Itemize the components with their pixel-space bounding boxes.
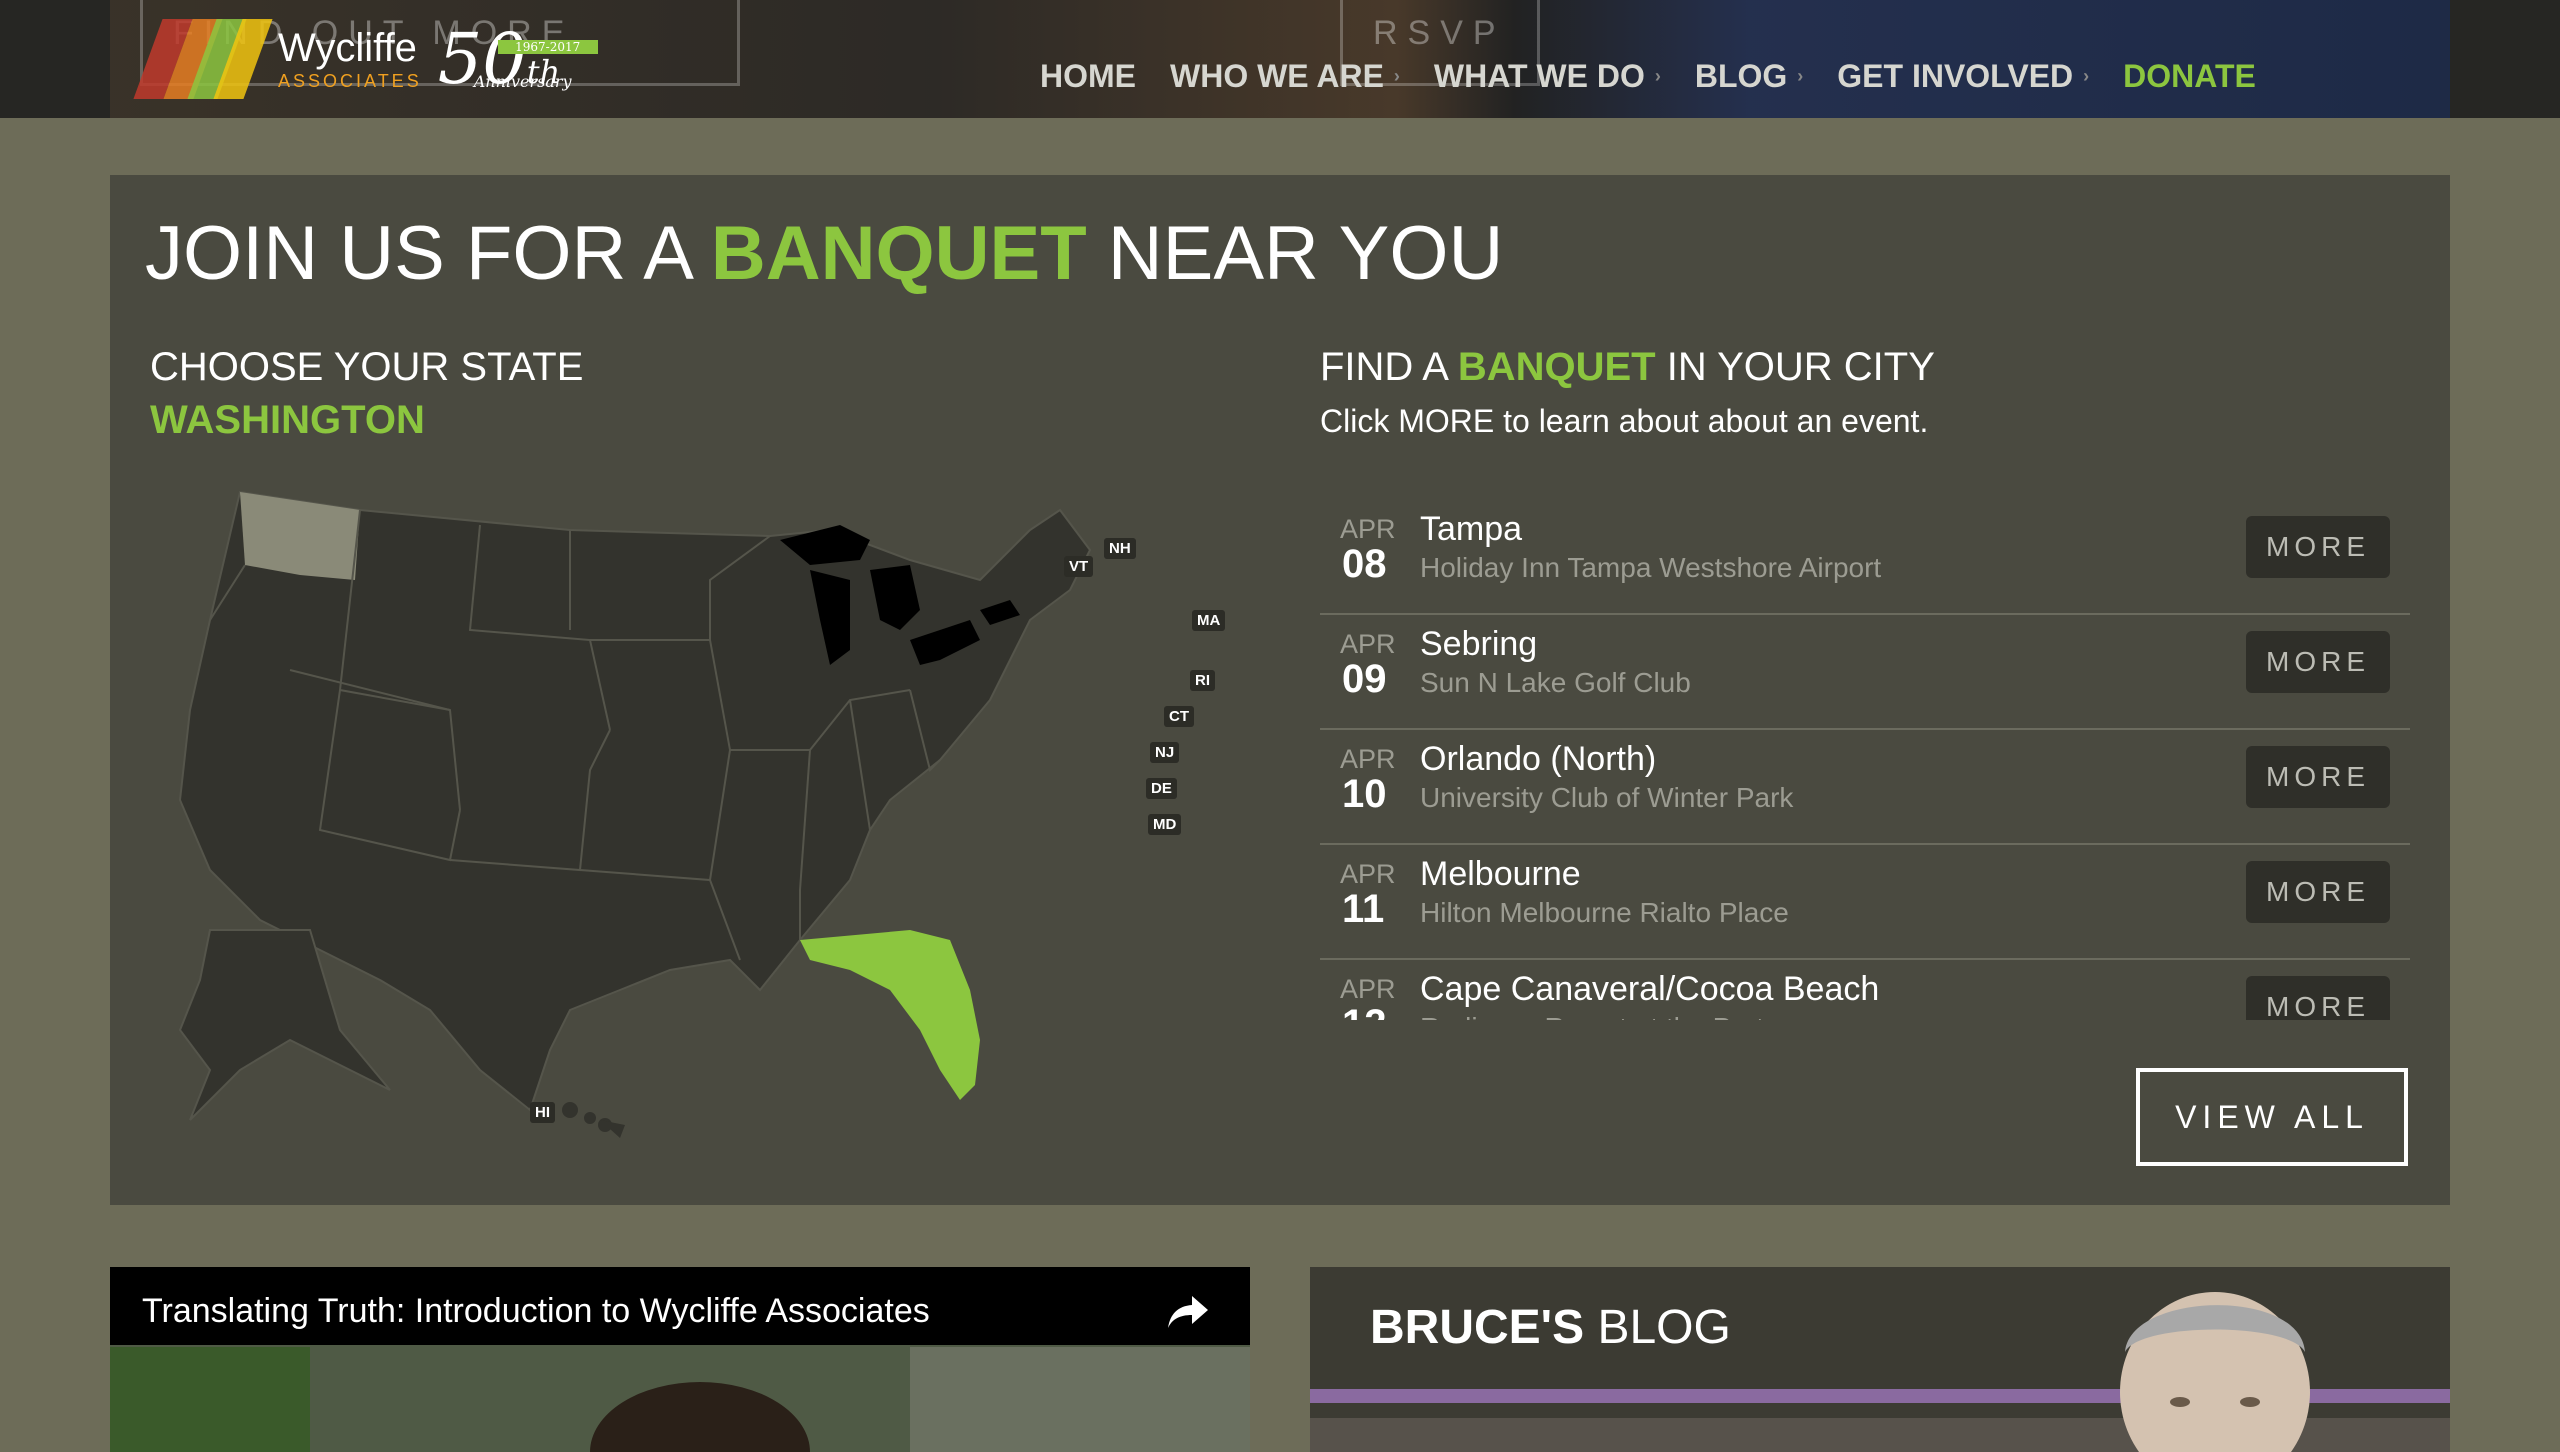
state-label-nh[interactable]: NH bbox=[1104, 538, 1136, 559]
state-label-ma[interactable]: MA bbox=[1192, 610, 1226, 631]
state-label-md[interactable]: MD bbox=[1148, 814, 1182, 835]
state-label-de[interactable]: DE bbox=[1146, 778, 1177, 799]
heading-text: NEAR YOU bbox=[1086, 211, 1504, 296]
event-venue: Radisson Resort at the Port bbox=[1420, 1012, 1764, 1020]
anniversary-word: Anniversary bbox=[473, 72, 572, 91]
view-all-button[interactable]: VIEW ALL bbox=[2136, 1068, 2408, 1166]
heading-text: FIND A bbox=[1320, 345, 1458, 389]
heading-highlight: BANQUET bbox=[710, 211, 1087, 296]
event-venue: University Club of Winter Park bbox=[1420, 782, 1794, 813]
heading-highlight: BANQUET bbox=[1457, 345, 1656, 389]
event-day: 08 bbox=[1342, 542, 1387, 586]
event-month: APR bbox=[1340, 629, 1396, 659]
logo-subtitle: ASSOCIATES bbox=[278, 71, 422, 91]
site-logo[interactable]: Wycliffe ASSOCIATES 50th 1967-2017 Anniv… bbox=[133, 14, 600, 104]
hawaii-islands[interactable] bbox=[562, 1102, 625, 1138]
video-title[interactable]: Translating Truth: Introduction to Wycli… bbox=[142, 1292, 930, 1331]
washington-state[interactable] bbox=[240, 492, 360, 580]
chevron-right-icon: › bbox=[1797, 66, 1804, 86]
find-banquet-heading: FIND A BANQUET IN YOUR CITY bbox=[1320, 345, 1935, 390]
chevron-right-icon: › bbox=[1654, 66, 1661, 86]
heading-text: JOIN US FOR A bbox=[145, 211, 711, 296]
state-label-ri[interactable]: RI bbox=[1190, 670, 1215, 691]
event-city: Orlando (North) bbox=[1420, 740, 1657, 778]
state-label-ct[interactable]: CT bbox=[1164, 706, 1194, 727]
event-city: Melbourne bbox=[1420, 855, 1581, 893]
event-city: Sebring bbox=[1420, 625, 1538, 663]
heading-text: IN YOUR CITY bbox=[1655, 345, 1935, 389]
event-month: APR bbox=[1340, 859, 1396, 889]
nav-label: BLOG bbox=[1694, 58, 1788, 94]
event-item: APR 10 Orlando (North) University Club o… bbox=[1320, 730, 2410, 845]
event-month: APR bbox=[1340, 744, 1396, 774]
nav-who-we-are[interactable]: WHO WE ARE › bbox=[1170, 58, 1400, 95]
blog-heading-rest: BLOG bbox=[1584, 1301, 1731, 1354]
state-label-nj[interactable]: NJ bbox=[1150, 742, 1180, 763]
nav-label: GET INVOLVED bbox=[1837, 58, 2074, 94]
ghost-button-label: RSVP bbox=[1373, 13, 1506, 52]
nav-what-we-do[interactable]: WHAT WE DO › bbox=[1434, 58, 1661, 95]
event-item: APR 09 Sebring Sun N Lake Golf Club MORE bbox=[1320, 615, 2410, 730]
florida-state[interactable] bbox=[800, 930, 980, 1100]
state-label-vt[interactable]: VT bbox=[1064, 556, 1094, 577]
event-month: APR bbox=[1340, 974, 1396, 1004]
event-more-button[interactable]: MORE bbox=[2246, 631, 2390, 693]
event-day: 09 bbox=[1342, 657, 1387, 701]
event-item: APR 12 Cape Canaveral/Cocoa Beach Radiss… bbox=[1320, 960, 2410, 1020]
event-item: APR 08 Tampa Holiday Inn Tampa Westshore… bbox=[1320, 500, 2410, 615]
nav-label: HOME bbox=[1040, 58, 1136, 94]
event-day: 11 bbox=[1342, 887, 1385, 931]
logo-name: Wycliffe bbox=[278, 26, 417, 70]
event-day: 12 bbox=[1342, 1002, 1387, 1020]
blog-heading-bold: BRUCE'S bbox=[1370, 1301, 1585, 1354]
event-venue: Holiday Inn Tampa Westshore Airport bbox=[1420, 552, 1882, 583]
anniversary-badge: 50th 1967-2017 Anniversary bbox=[438, 24, 598, 94]
nav-get-involved[interactable]: GET INVOLVED › bbox=[1837, 58, 2089, 95]
main-nav: HOME WHO WE ARE › WHAT WE DO › BLOG › GET I… bbox=[1040, 58, 2290, 95]
event-more-button[interactable]: MORE bbox=[2246, 976, 2390, 1020]
event-venue: Sun N Lake Golf Club bbox=[1420, 667, 1691, 698]
chevron-right-icon: › bbox=[2083, 66, 2090, 86]
us-state-map[interactable]: VT NH MA RI CT NJ DE MD HI bbox=[150, 470, 1240, 1150]
event-more-button[interactable]: MORE bbox=[2246, 861, 2390, 923]
selected-state: WASHINGTON bbox=[150, 398, 425, 442]
event-more-button[interactable]: MORE bbox=[2246, 516, 2390, 578]
event-city: Cape Canaveral/Cocoa Beach bbox=[1420, 970, 1880, 1008]
state-label-hi[interactable]: HI bbox=[530, 1102, 555, 1123]
event-item: APR 11 Melbourne Hilton Melbourne Rialto… bbox=[1320, 845, 2410, 960]
nav-label: DONATE bbox=[2123, 58, 2256, 94]
chevron-right-icon: › bbox=[1393, 66, 1400, 86]
event-city: Tampa bbox=[1420, 510, 1523, 548]
nav-label: WHAT WE DO bbox=[1433, 58, 1645, 94]
choose-state-label: CHOOSE YOUR STATE bbox=[150, 345, 584, 389]
author-portrait bbox=[2120, 1292, 2310, 1452]
event-day: 10 bbox=[1342, 772, 1387, 816]
blog-heading[interactable]: BRUCE'S BLOG bbox=[1370, 1300, 1731, 1355]
event-month: APR bbox=[1340, 514, 1396, 544]
nav-label: WHO WE ARE bbox=[1170, 58, 1384, 94]
instruction-text: Click MORE to learn about about an event… bbox=[1320, 403, 1929, 439]
event-list[interactable]: APR 08 Tampa Holiday Inn Tampa Westshore… bbox=[1320, 500, 2410, 1020]
nav-home[interactable]: HOME bbox=[1040, 58, 1136, 95]
share-icon[interactable] bbox=[1166, 1294, 1210, 1330]
nav-blog[interactable]: BLOG › bbox=[1695, 58, 1803, 95]
event-more-button[interactable]: MORE bbox=[2246, 746, 2390, 808]
event-venue: Hilton Melbourne Rialto Place bbox=[1420, 897, 1789, 928]
anniversary-years: 1967-2017 bbox=[515, 40, 581, 54]
wycliffe-w-mark-icon bbox=[133, 19, 273, 99]
nav-donate[interactable]: DONATE bbox=[2123, 58, 2256, 95]
banquet-heading: JOIN US FOR A BANQUET NEAR YOU bbox=[145, 210, 1503, 297]
